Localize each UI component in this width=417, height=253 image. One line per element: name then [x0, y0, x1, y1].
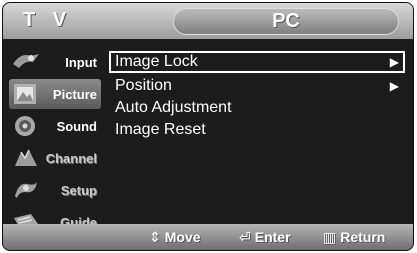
up-down-arrow-icon: ⇕	[149, 229, 161, 245]
move-hint: ⇕ Move	[149, 229, 201, 245]
setup-icon	[15, 182, 37, 198]
menu-item-label: Auto Adjustment	[115, 99, 232, 116]
menu-item-label: Position	[115, 77, 172, 94]
sidebar-item-input[interactable]: Input	[9, 47, 101, 77]
pc-menu-list: Image Lock ▶ Position ▶ Auto Adjustment …	[105, 47, 409, 219]
menu-item-label: Image Reset	[115, 121, 206, 138]
header-bar: T V PC	[3, 3, 413, 39]
footer-bar: ⇕ Move ⏎ Enter ▥ Return	[3, 224, 413, 250]
return-hint: ▥ Return	[323, 229, 386, 245]
menu-item-image-reset[interactable]: Image Reset	[109, 119, 405, 141]
sidebar: Input Picture Sound Channel Setup Guide	[3, 39, 103, 250]
sidebar-item-label: Channel	[45, 151, 97, 166]
input-icon	[13, 54, 39, 68]
menu-item-image-lock[interactable]: Image Lock ▶	[109, 51, 405, 73]
sidebar-item-sound[interactable]: Sound	[9, 111, 101, 141]
tv-label: T V	[23, 9, 73, 31]
picture-icon	[14, 84, 36, 104]
tv-osd-menu: T V PC Input Picture Sound Channel Setup…	[2, 2, 414, 251]
channel-icon	[15, 149, 37, 166]
page-title: PC	[272, 10, 300, 32]
sidebar-item-setup[interactable]: Setup	[9, 175, 101, 205]
menu-item-position[interactable]: Position ▶	[109, 75, 405, 97]
chevron-right-icon: ▶	[389, 79, 399, 93]
enter-icon: ⏎	[239, 229, 251, 245]
menu-item-auto-adjustment[interactable]: Auto Adjustment	[109, 97, 405, 119]
sidebar-item-label: Setup	[60, 183, 97, 198]
enter-hint: ⏎ Enter	[239, 229, 291, 245]
sidebar-item-channel[interactable]: Channel	[9, 143, 101, 173]
sound-icon	[15, 116, 35, 136]
menu-item-label: Image Lock	[115, 53, 198, 70]
sidebar-item-label: Input	[65, 55, 97, 70]
return-icon: ▥	[323, 229, 337, 245]
sidebar-item-picture[interactable]: Picture	[9, 79, 101, 109]
sidebar-item-label: Sound	[56, 119, 97, 134]
chevron-right-icon: ▶	[389, 55, 399, 69]
sidebar-item-label: Picture	[52, 87, 97, 102]
